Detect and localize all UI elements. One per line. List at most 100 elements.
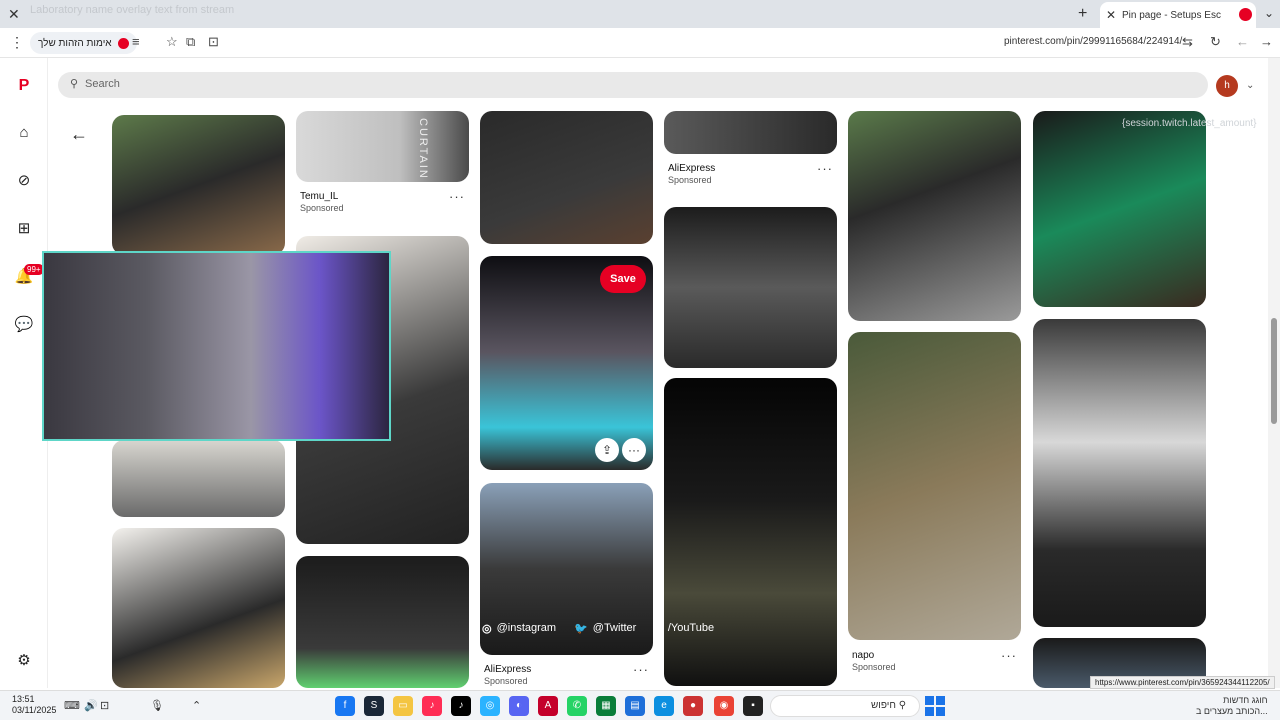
taskbar-search[interactable]: חיפוש ⚲ [770, 695, 920, 717]
new-tab-button[interactable]: + [1078, 5, 1087, 23]
close-tab-icon[interactable]: ✕ [1106, 8, 1116, 22]
store-icon[interactable]: ▤ [625, 696, 645, 716]
folder-icon[interactable]: ▭ [393, 696, 413, 716]
clock-date: 03/11/2025 [12, 705, 57, 715]
chevron-up-icon[interactable]: ⌃ [192, 699, 201, 712]
pin-sponsored: Sponsored [668, 175, 712, 185]
news-widget[interactable]: חוגג חדשות הכותב מעצרים ב... [1196, 695, 1268, 717]
discord-icon[interactable]: ◐ [509, 696, 529, 716]
calculator-icon[interactable]: ▦ [596, 696, 616, 716]
status-url: https://www.pinterest.com/pin/3659243441… [1090, 676, 1275, 689]
chrome-icon[interactable]: ◉ [714, 696, 734, 716]
pin-drawer-baskets[interactable] [112, 528, 285, 688]
explore-icon[interactable]: ⊘ [14, 170, 34, 190]
adobe-icon[interactable]: A [538, 696, 558, 716]
app-red-icon[interactable]: ● [683, 696, 703, 716]
pin-hexagon-lights[interactable] [1033, 319, 1206, 627]
pin-aliexpress-desk-mat[interactable] [664, 111, 837, 154]
settings-gear-icon[interactable]: ⚙ [14, 650, 34, 670]
clock-time: 13:51 [12, 694, 35, 704]
news-line-2: הכותב מעצרים ב... [1196, 706, 1268, 716]
pin-dark-office[interactable] [664, 207, 837, 368]
curtain-label: CURTAIN [417, 118, 429, 180]
youtube-handle: ▶/YouTube [654, 622, 715, 635]
more-options-icon[interactable]: ··· [622, 438, 646, 462]
pinterest-logo-icon[interactable]: P [14, 76, 34, 96]
pin-meta-aliexpress-1[interactable]: AliExpress Sponsored [668, 163, 715, 185]
pin-meta-aliexpress-2[interactable]: AliExpress Sponsored [484, 664, 531, 686]
steam-icon[interactable]: S [364, 696, 384, 716]
chevron-down-icon[interactable]: ⌄ [1264, 6, 1274, 20]
more-options-icon[interactable]: ··· [633, 662, 649, 677]
taskbar-search-text: חיפוש [871, 700, 896, 711]
windows-taskbar: 13:51 03/11/2025 ⌨ 🔊 ⊡ 🎙 ⌃ f S ▭ ♪ ♪ ◎ ◐… [0, 690, 1280, 720]
terminal-icon[interactable]: ▪ [743, 696, 763, 716]
split-screen-icon[interactable]: ⊡ [208, 34, 219, 50]
windows-start-icon[interactable] [925, 696, 945, 716]
search-icon: ⚲ [70, 78, 79, 90]
network-icon[interactable]: ⊡ [100, 699, 109, 712]
youtube-icon: ▶ [654, 622, 663, 635]
address-bar[interactable]: pinterest.com/pin/29991165684/224914/ [1004, 36, 1182, 47]
news-line-1: חוגג חדשות [1223, 695, 1268, 705]
facebook-icon[interactable]: f [335, 696, 355, 716]
chevron-down-icon[interactable]: ⌄ [1246, 80, 1254, 91]
ghost-overlay-text: Laboratory name overlay text from stream [30, 4, 235, 16]
tiktok-icon[interactable]: ♪ [422, 696, 442, 716]
save-button[interactable]: Save [600, 265, 646, 293]
pin-temu-bathroom[interactable] [296, 111, 469, 182]
pin-meta-napo[interactable]: napo Sponsored [852, 650, 896, 672]
tab-pinterest[interactable]: ✕ Pin page - Setups Esc [1100, 2, 1256, 28]
messages-icon[interactable]: 💬 [14, 314, 34, 334]
avatar[interactable]: h [1216, 75, 1238, 97]
instagram-handle: ◎ @instagram [482, 622, 557, 635]
whatsapp-icon[interactable]: ✆ [567, 696, 587, 716]
pin-office-chair[interactable] [480, 111, 653, 244]
pin-sponsored: Sponsored [300, 203, 344, 213]
social-overlay: ◎ @instagram 🐦 @Twitter ▶/YouTube [482, 620, 714, 636]
more-options-icon[interactable]: ··· [449, 189, 465, 204]
notifications-badge: 99+ [24, 264, 44, 275]
more-options-icon[interactable]: ··· [1001, 648, 1017, 663]
search-input[interactable]: ⚲ Search [58, 72, 1208, 98]
pin-sponsored: Sponsored [852, 662, 896, 672]
reload-icon[interactable]: ↻ [1210, 34, 1221, 50]
forward-icon[interactable]: ← [1236, 34, 1249, 49]
share-icon[interactable]: ⇪ [595, 438, 619, 462]
sound-icon[interactable]: 🔊 [84, 699, 98, 712]
home-icon[interactable]: ⌂ [14, 122, 34, 142]
pin-source: Temu_IL [300, 191, 339, 202]
create-icon[interactable]: ⊞ [14, 218, 34, 238]
pinterest-favicon-icon [1239, 8, 1252, 21]
star-icon[interactable]: ☆ [166, 34, 178, 50]
search-icon: ⚲ [898, 700, 907, 711]
pin-dark-wall-setup[interactable] [664, 378, 837, 686]
more-options-icon[interactable]: ··· [817, 161, 833, 176]
menu-icon[interactable]: ⋮ [10, 34, 24, 51]
extensions-icon[interactable]: ⧉ [186, 34, 195, 50]
pin-desk-window[interactable] [112, 115, 285, 255]
pin-gaming-room[interactable] [112, 440, 285, 517]
edge-icon[interactable]: e [654, 696, 674, 716]
pin-razer-setup[interactable] [296, 556, 469, 688]
tiktok-studio-icon[interactable]: ♪ [451, 696, 471, 716]
reading-list-icon[interactable]: ≡ [132, 34, 140, 49]
profile-dot-icon [117, 37, 129, 49]
back-icon[interactable]: → [1260, 34, 1273, 49]
identity-pill[interactable]: אימות הזהות שלך [30, 32, 137, 54]
pin-sponsored: Sponsored [484, 676, 528, 686]
pin-meta-temu[interactable]: Temu_IL Sponsored [300, 191, 344, 213]
mic-icon[interactable]: 🎙 [150, 699, 164, 712]
ghost-session-text: {session.twitch.latest_amount} [1122, 118, 1257, 129]
pin-3d-wall-green[interactable] [1033, 111, 1206, 307]
pin-plants-desk[interactable] [848, 111, 1021, 321]
tab-title: Pin page - Setups Esc [1122, 10, 1221, 21]
app-icon[interactable]: ◎ [480, 696, 500, 716]
pin-glass-desk[interactable] [848, 332, 1021, 640]
clock[interactable]: 13:51 03/11/2025 [12, 694, 56, 716]
back-arrow-icon[interactable]: ← [70, 124, 88, 145]
close-icon[interactable]: ✕ [8, 6, 20, 23]
translate-icon[interactable]: ⇆ [1182, 34, 1193, 50]
tray-icon[interactable]: ⌨ [64, 699, 80, 712]
scrollbar-thumb[interactable] [1271, 318, 1277, 424]
